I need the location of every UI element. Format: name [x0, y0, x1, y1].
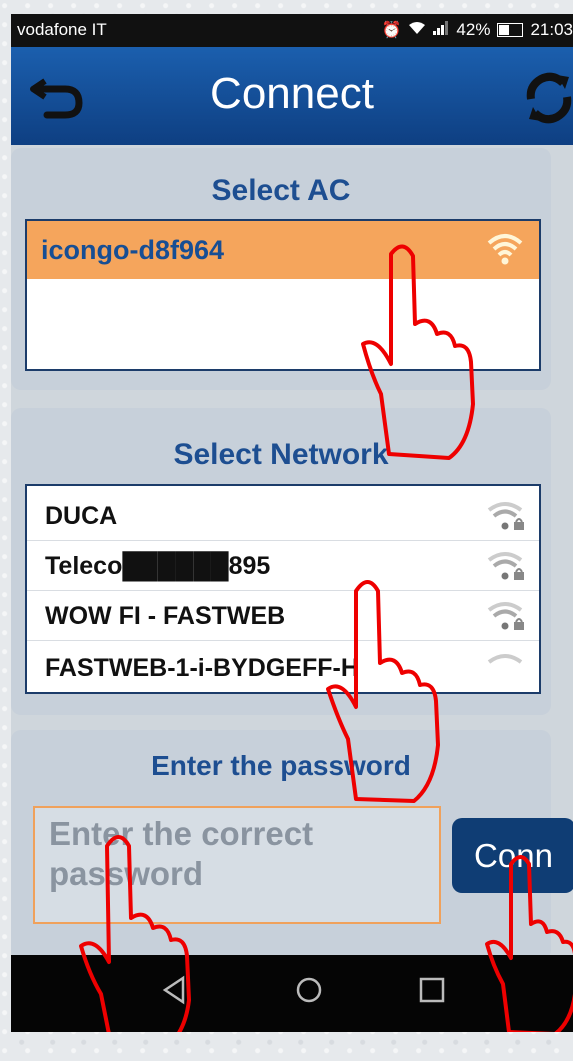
clock: 21:03: [530, 20, 573, 39]
refresh-icon[interactable]: [523, 69, 573, 127]
nav-recents-icon[interactable]: [418, 975, 446, 1005]
signal-icon: [433, 20, 449, 40]
battery-icon: [497, 23, 524, 37]
network-list-item[interactable]: FASTWEB-1-i-BYDGEFF-H: [27, 644, 539, 692]
wifi-locked-icon: [487, 602, 524, 630]
ac-item-label: icongo-d8f964: [41, 234, 225, 265]
network-name: Teleco██████895: [45, 551, 271, 580]
nav-home-icon[interactable]: [294, 975, 324, 1005]
network-list-item[interactable]: WOW FI - FASTWEB: [27, 592, 539, 641]
wifi-locked-icon: [487, 654, 523, 664]
phone-screen: vodafone IT ⏰ 42% 21:03 Connect Select A…: [11, 14, 573, 1032]
network-name: FASTWEB-1-i-BYDGEFF-H: [45, 653, 359, 682]
status-icons: ⏰ 42% 21:03: [382, 20, 573, 40]
select-ac-heading: Select AC: [211, 174, 351, 207]
network-name: DUCA: [45, 501, 118, 530]
hand-pointer-annotation: [79, 835, 191, 1032]
carrier-label: vodafone IT: [17, 20, 107, 39]
status-bar: vodafone IT ⏰ 42% 21:03: [11, 14, 573, 47]
wifi-locked-icon: [487, 552, 524, 580]
page-title: Connect: [210, 69, 374, 118]
hand-pointer-annotation: [326, 580, 440, 803]
app-header: Connect: [11, 47, 573, 145]
password-heading: Enter the password: [151, 750, 411, 781]
network-list-item[interactable]: DUCA: [27, 492, 539, 541]
wifi-icon: [487, 234, 523, 265]
alarm-icon: ⏰: [381, 22, 402, 39]
hand-pointer-annotation: [361, 244, 475, 460]
wifi-locked-icon: [487, 502, 524, 530]
network-name: WOW FI - FASTWEB: [45, 601, 286, 630]
network-list-item[interactable]: Teleco██████895: [27, 542, 539, 591]
network-list: DUCA Teleco██████895 WOW FI - FASTWEB FA…: [25, 484, 541, 694]
hand-pointer-annotation: [485, 855, 573, 1032]
battery-percent: 42%: [456, 20, 491, 39]
wifi-icon: [408, 21, 426, 40]
